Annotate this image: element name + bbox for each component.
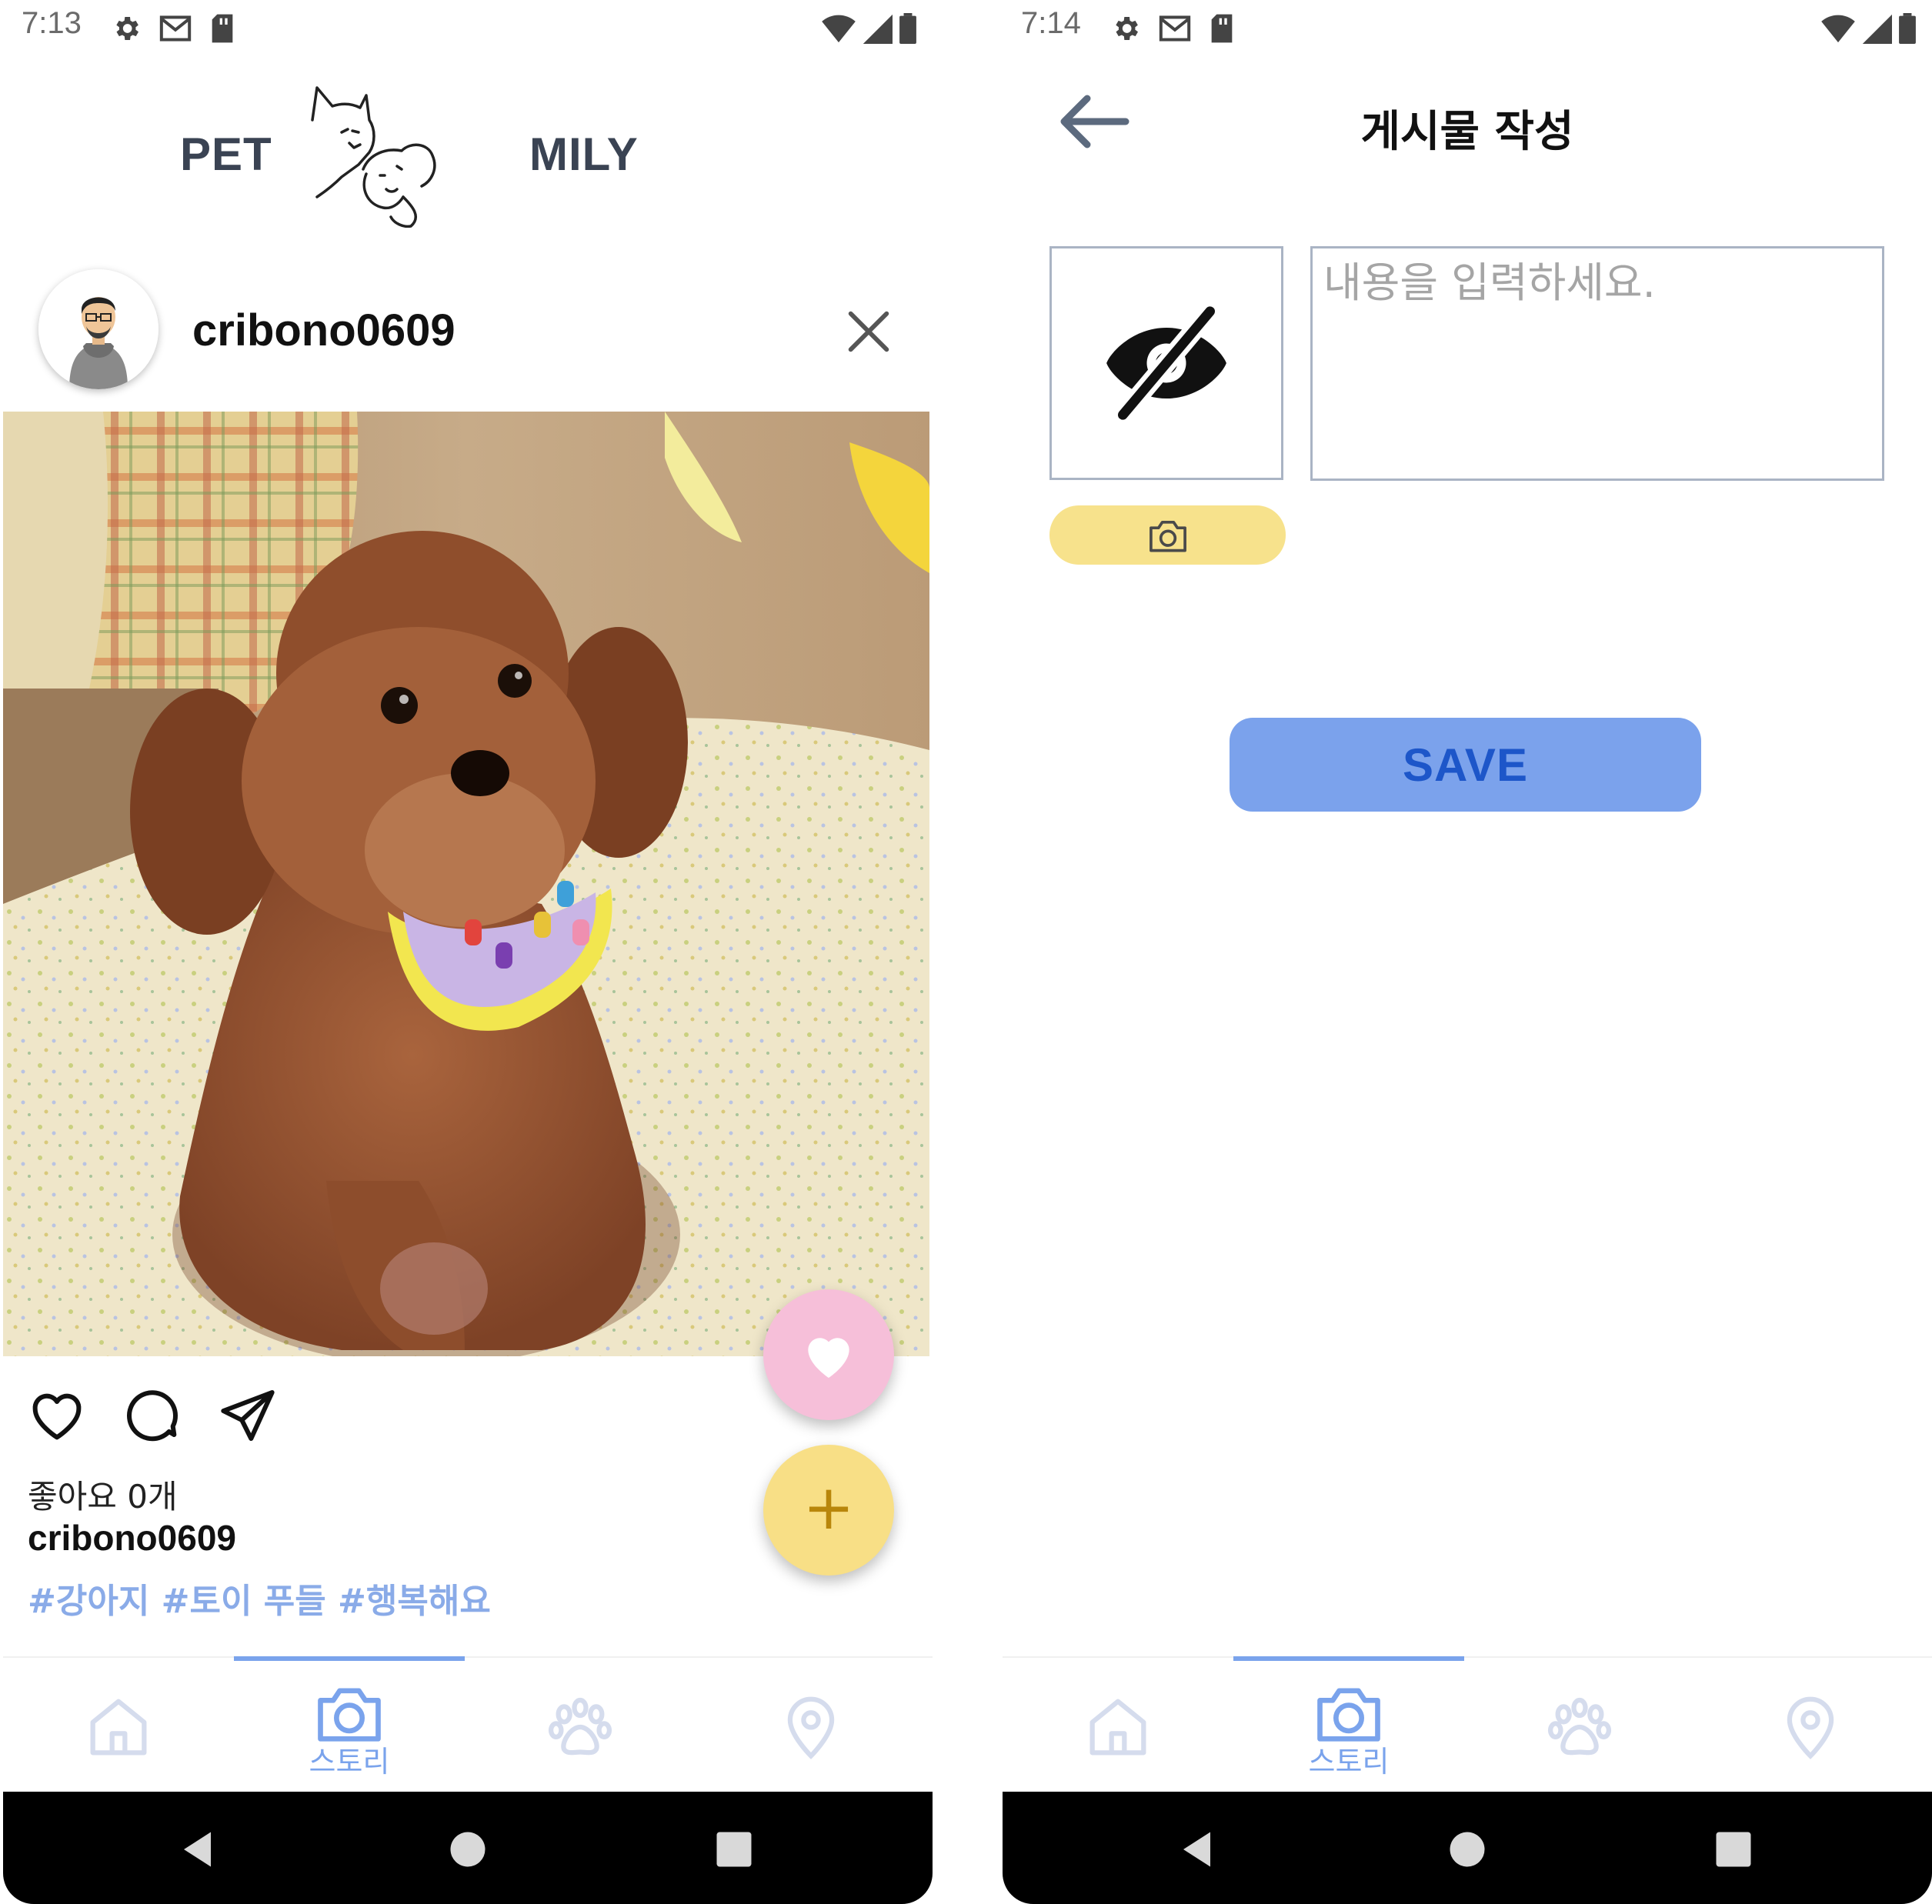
tab-map[interactable] [696,1658,926,1793]
eye-off-icon [1106,305,1226,421]
create-post-screen: 7:14 게시물 작성 SAVE [1003,0,1932,1904]
likes-count: 좋아요 0개 [28,1478,178,1516]
nav-back-icon[interactable] [1176,1826,1222,1872]
location-pin-icon [787,1696,835,1759]
gear-icon [116,17,138,40]
caption-username[interactable]: cribono0609 [28,1517,236,1559]
like-fab-button[interactable] [763,1289,894,1420]
post-photo[interactable] [3,412,929,1356]
status-time: 7:13 [22,6,82,40]
save-button[interactable]: SAVE [1230,718,1701,812]
nav-home-icon[interactable] [1444,1826,1490,1872]
battery-icon [899,13,916,44]
tab-story-label: 스토리 [1308,1745,1390,1779]
heart-outline-icon[interactable] [26,1385,88,1446]
tab-home[interactable] [3,1658,234,1793]
bottom-tab-bar: 스토리 [1003,1656,1932,1793]
signal-icon [1862,14,1892,44]
tab-pets[interactable] [465,1658,696,1793]
sd-card-icon [1211,14,1233,43]
tab-map[interactable] [1695,1658,1926,1793]
camera-icon [1149,520,1186,552]
content-input[interactable] [1310,246,1884,481]
cat-dog-logo-icon [311,86,436,228]
battery-icon [1899,13,1916,44]
tab-story-label: 스토리 [309,1745,390,1779]
sd-card-icon [212,14,233,43]
comment-icon[interactable] [122,1385,183,1446]
signal-icon [863,14,893,44]
paw-icon [548,1697,612,1756]
camera-button[interactable] [1049,505,1286,565]
logo-text-right: MILY [529,128,639,180]
gmail-icon [159,15,192,42]
home-icon [1089,1699,1146,1756]
logo-text-left: PET [180,128,272,180]
close-icon[interactable] [842,305,896,358]
add-post-fab-button[interactable]: + [763,1445,894,1576]
wifi-icon [822,15,856,43]
status-time: 7:14 [1021,6,1081,40]
tab-pets[interactable] [1464,1658,1695,1793]
location-pin-icon [1787,1696,1834,1759]
share-send-icon[interactable] [217,1385,279,1446]
bottom-tab-bar: 스토리 [3,1656,933,1793]
tab-story[interactable]: 스토리 [1233,1658,1464,1793]
post-username[interactable]: cribono0609 [192,305,455,356]
tab-story[interactable]: 스토리 [234,1658,465,1793]
post-hashtags[interactable]: #강아지 #토이 푸들 #행복해요 [28,1573,491,1622]
post-header: cribono0609 [3,266,933,397]
avatar[interactable] [38,269,158,389]
nav-recents-icon[interactable] [711,1826,757,1872]
heart-icon [808,1338,849,1378]
nav-recents-icon[interactable] [1710,1826,1757,1872]
image-preview[interactable] [1049,246,1283,480]
poodle-photo [3,412,929,1356]
paw-icon [1547,1697,1612,1756]
nav-home-icon[interactable] [445,1826,491,1872]
nav-back-icon[interactable] [176,1826,222,1872]
plus-icon: + [802,1472,855,1543]
post-actions [26,1385,288,1454]
tab-home[interactable] [1003,1658,1233,1793]
petmily-logo: PET MILY [180,74,734,228]
gmail-icon [1159,15,1191,42]
system-nav-bar [1003,1792,1932,1904]
home-icon [90,1699,147,1756]
status-bar: 7:14 [1003,0,1932,57]
status-bar: 7:13 [3,0,933,57]
avatar-illustration [38,269,158,389]
page-title: 게시물 작성 [1360,107,1574,157]
wifi-icon [1821,15,1855,43]
story-feed-screen: 7:13 PET MILY cribono0609 + 좋아요 0개 cribo… [3,0,933,1904]
gear-icon [1116,17,1138,40]
system-nav-bar [3,1792,933,1904]
